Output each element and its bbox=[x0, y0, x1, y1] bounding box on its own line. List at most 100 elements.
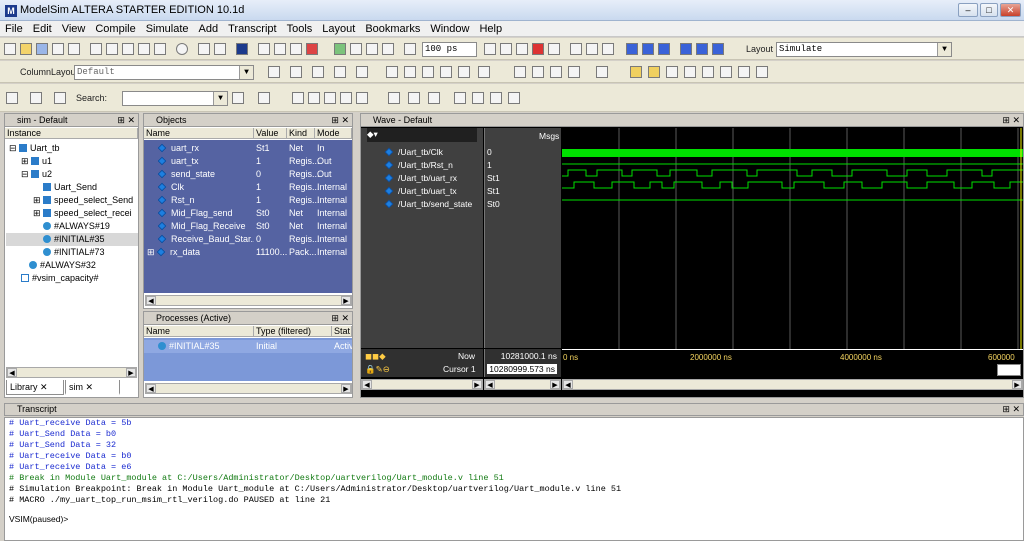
wave-names-scrollbar[interactable]: ◀ ▶ bbox=[361, 379, 483, 390]
wave-signal-row[interactable]: /Uart_tb/uart_tx bbox=[384, 185, 457, 198]
compile-all-icon[interactable] bbox=[274, 43, 286, 55]
forward-arrow-icon[interactable] bbox=[382, 43, 394, 55]
paste-icon[interactable] bbox=[122, 43, 134, 55]
wave-add-menu-icon[interactable] bbox=[290, 66, 302, 78]
wave-step-icon[interactable] bbox=[490, 92, 502, 104]
process-row[interactable]: #INITIAL#35 Initial Activ bbox=[144, 340, 352, 353]
wave-signal-row[interactable]: /Uart_tb/uart_rx bbox=[384, 172, 457, 185]
zoom-full-icon[interactable] bbox=[324, 92, 336, 104]
step-back-icon[interactable] bbox=[680, 43, 692, 55]
measure-icon[interactable] bbox=[568, 66, 580, 78]
undo-icon[interactable] bbox=[138, 43, 150, 55]
menu-file[interactable]: File bbox=[0, 21, 28, 35]
close-icon[interactable]: ⊞ ✕ bbox=[117, 114, 135, 126]
layout-select[interactable]: Simulate ▼ bbox=[776, 42, 952, 57]
objects-horizontal-scrollbar[interactable]: ◀ ▶ bbox=[145, 295, 352, 306]
wave-color-icon[interactable] bbox=[428, 92, 440, 104]
back-arrow-icon[interactable] bbox=[366, 43, 378, 55]
help-circle-icon[interactable] bbox=[176, 43, 188, 55]
search-icon[interactable] bbox=[232, 92, 244, 104]
transcript-prompt[interactable]: VSIM(paused)> bbox=[5, 514, 1023, 525]
force-value-icon[interactable] bbox=[440, 66, 452, 78]
close-button[interactable]: ✕ bbox=[1000, 3, 1021, 17]
copy-icon[interactable] bbox=[106, 43, 118, 55]
object-row[interactable]: Mid_Flag_Receive St0 Net Internal bbox=[144, 220, 352, 233]
column-name[interactable]: Name bbox=[144, 326, 254, 337]
search-options-icon[interactable] bbox=[258, 92, 270, 104]
menu-bookmarks[interactable]: Bookmarks bbox=[360, 21, 425, 35]
cut-icon[interactable] bbox=[90, 43, 102, 55]
object-row[interactable]: uart_rx St1 Net In bbox=[144, 142, 352, 155]
wave-bar-icon[interactable] bbox=[472, 92, 484, 104]
tree-item-always-32[interactable]: #ALWAYS#32 bbox=[29, 259, 137, 272]
edit-icon[interactable] bbox=[478, 66, 490, 78]
insert-breakpoint-icon[interactable] bbox=[334, 66, 346, 78]
close-icon[interactable]: ⊞ ✕ bbox=[1002, 114, 1020, 126]
tree-item-uart-send[interactable]: Uart_Send bbox=[43, 181, 137, 194]
chevron-down-icon[interactable]: ▼ bbox=[937, 43, 951, 56]
edge-next-icon[interactable] bbox=[648, 66, 660, 78]
rising-edge-icon[interactable] bbox=[684, 66, 696, 78]
reload-icon[interactable] bbox=[52, 43, 64, 55]
menu-edit[interactable]: Edit bbox=[28, 21, 57, 35]
find-next-icon[interactable] bbox=[214, 43, 226, 55]
next-transition-icon[interactable] bbox=[756, 66, 768, 78]
hierarchy-jump-icon[interactable] bbox=[54, 92, 66, 104]
menu-transcript[interactable]: Transcript bbox=[223, 21, 282, 35]
prev-transition-icon[interactable] bbox=[738, 66, 750, 78]
step-icon[interactable] bbox=[334, 43, 346, 55]
cursor-icon[interactable]: 🔒✎⊖ bbox=[365, 364, 390, 375]
step-over-icon[interactable] bbox=[642, 43, 654, 55]
tree-item-uart-tb[interactable]: ⊟ Uart_tb bbox=[9, 142, 137, 155]
transcript-console[interactable]: # Uart_receive Data = 5b # Uart_Send Dat… bbox=[4, 417, 1024, 541]
up-arrow-icon[interactable] bbox=[350, 43, 362, 55]
column-value[interactable]: Value bbox=[254, 128, 287, 139]
menu-compile[interactable]: Compile bbox=[90, 21, 140, 35]
object-row[interactable]: Receive_Baud_Star... 0 Regis... Internal bbox=[144, 233, 352, 246]
tree-item-initial-35[interactable]: #INITIAL#35 bbox=[6, 233, 138, 246]
dataflow-icon[interactable] bbox=[596, 66, 608, 78]
find-edge-icon[interactable] bbox=[702, 66, 714, 78]
hierarchy-up-icon[interactable] bbox=[6, 92, 18, 104]
tree-item-always-19[interactable]: #ALWAYS#19 bbox=[43, 220, 137, 233]
run-length-input[interactable]: 100 ps bbox=[422, 42, 477, 57]
step-into-icon[interactable] bbox=[626, 43, 638, 55]
zoom-in-icon[interactable] bbox=[292, 92, 304, 104]
tree-item-u1[interactable]: ⊞ u1 bbox=[21, 155, 137, 168]
run-all-icon[interactable] bbox=[516, 43, 528, 55]
edge-prev-icon[interactable] bbox=[630, 66, 642, 78]
wave-values-scrollbar[interactable]: ◀ ▶ bbox=[484, 379, 561, 390]
object-row[interactable]: Clk 1 Regis... Internal bbox=[144, 181, 352, 194]
instance-column-header[interactable]: Instance bbox=[5, 128, 138, 139]
restart-icon[interactable] bbox=[404, 43, 416, 55]
falling-edge-icon[interactable] bbox=[666, 66, 678, 78]
chevron-down-icon[interactable]: ▼ bbox=[213, 92, 227, 105]
step-out-icon[interactable] bbox=[658, 43, 670, 55]
column-layout-select[interactable]: Default ▼ bbox=[74, 65, 254, 80]
search-input[interactable]: ▼ bbox=[122, 91, 228, 106]
modelsim-icon[interactable] bbox=[236, 43, 248, 55]
menu-tools[interactable]: Tools bbox=[282, 21, 318, 35]
maximize-button[interactable]: □ bbox=[980, 3, 998, 17]
wave-format-icon[interactable] bbox=[388, 92, 400, 104]
close-icon[interactable]: ⊞ ✕ bbox=[331, 312, 349, 324]
close-icon[interactable]: ⊞ ✕ bbox=[1002, 404, 1020, 415]
menu-window[interactable]: Window bbox=[425, 21, 474, 35]
force-clock-icon[interactable] bbox=[422, 66, 434, 78]
sim-horizontal-scrollbar[interactable]: ◀ ▶ bbox=[6, 367, 137, 378]
column-type[interactable]: Type (filtered) bbox=[254, 326, 332, 337]
object-row[interactable]: Rst_n 1 Regis... Internal bbox=[144, 194, 352, 207]
hierarchy-down-icon[interactable] bbox=[30, 92, 42, 104]
wave-toolbar-icon[interactable]: ◆▾ bbox=[367, 128, 477, 142]
performance-icon[interactable] bbox=[570, 43, 582, 55]
continue-run-icon[interactable] bbox=[500, 43, 512, 55]
wave-expand-icon[interactable] bbox=[408, 92, 420, 104]
memory-icon[interactable] bbox=[586, 43, 598, 55]
run-icon[interactable] bbox=[484, 43, 496, 55]
tab-sim[interactable]: sim ✕ bbox=[65, 380, 120, 395]
tree-item-vsim-capacity[interactable]: #vsim_capacity# bbox=[21, 272, 137, 285]
force-1-icon[interactable] bbox=[386, 66, 398, 78]
find-icon[interactable] bbox=[198, 43, 210, 55]
zoom-cursor-icon[interactable] bbox=[340, 92, 352, 104]
zoom-range-icon[interactable] bbox=[356, 92, 368, 104]
